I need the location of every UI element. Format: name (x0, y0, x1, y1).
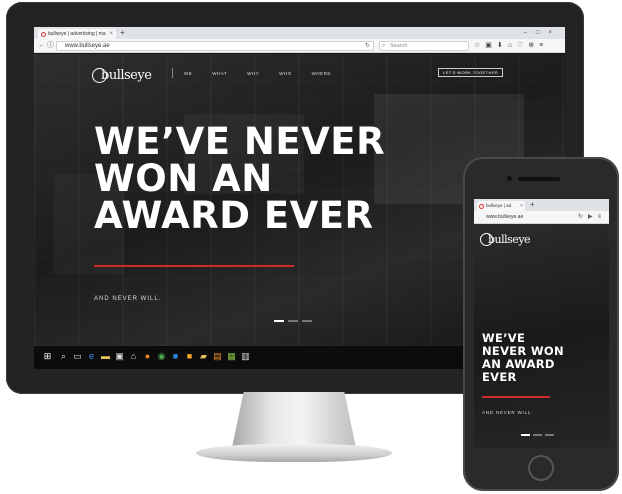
mobile-accent-divider (482, 396, 550, 398)
firefox-icon[interactable]: ● (142, 351, 153, 362)
nav-item-who[interactable]: WHO (279, 71, 292, 76)
slider-dot[interactable] (545, 434, 554, 436)
browser-tab[interactable]: bullseye | advertising | ma × (38, 29, 116, 39)
tab-close-icon[interactable]: × (520, 201, 523, 211)
url-text: www.bullseye.ae (65, 43, 110, 49)
mobile-hero-subline: AND NEVER WILL. (482, 410, 534, 415)
mobile-hero-line: EVER (482, 370, 517, 384)
logo-text: bullseye (101, 67, 152, 83)
mobile-hero-heading: WE’VE NEVER WON AN AWARD EVER (482, 332, 564, 384)
hero-line: WE’VE NEVER (94, 120, 386, 163)
site-nav: WE WHAT WHY WHO WHERE (172, 68, 331, 78)
mobile-nav-icons[interactable]: ↻▶≡ (578, 213, 606, 222)
mobile-slider-dots (521, 434, 554, 436)
illustrator-icon[interactable]: ■ (184, 351, 195, 362)
nav-item-where[interactable]: WHERE (312, 71, 331, 76)
browser-nav-bar: ← ⓘ www.bullseye.ae ↻ ⌕ Search ☆▣⬇⌂♡⊕≡ (34, 39, 565, 53)
favicon-icon (41, 32, 46, 37)
mobile-website-page: bullseye WE’VE NEVER WON AN AWARD EVER A… (474, 224, 609, 448)
nav-item-we[interactable]: WE (184, 71, 192, 76)
favicon-icon (479, 204, 484, 209)
mobile-browser-tab[interactable]: bullseye | ad × (477, 201, 525, 211)
slider-dot[interactable] (288, 320, 298, 322)
task-view-icon[interactable]: ▭ (72, 351, 83, 362)
search-icon[interactable]: ⌕ (58, 351, 69, 362)
search-input[interactable]: ⌕ Search (379, 41, 469, 51)
mobile-address-bar[interactable]: www.bullseye.ae (484, 213, 576, 222)
new-tab-button[interactable]: + (120, 28, 125, 38)
folder-icon[interactable]: ▰ (198, 351, 209, 362)
home-icon[interactable]: ⌂ (128, 351, 139, 362)
home-button[interactable] (528, 455, 554, 481)
slider-dot[interactable] (274, 320, 284, 322)
slider-dots (274, 320, 312, 322)
hero-heading: WE’VE NEVER WON AN AWARD EVER (94, 123, 414, 234)
window-controls[interactable]: –□× (524, 27, 561, 39)
back-icon[interactable]: ← (38, 41, 45, 51)
mobile-tab-title: bullseye | ad (486, 203, 512, 208)
monitor-stand-base (196, 444, 392, 462)
search-placeholder: Search (390, 43, 408, 49)
address-bar[interactable]: www.bullseye.ae ↻ (56, 41, 374, 51)
sublime-icon[interactable]: ▤ (212, 351, 223, 362)
nav-item-what[interactable]: WHAT (212, 71, 227, 76)
device-mockup: bullseye | advertising | ma × + –□× ← ⓘ … (0, 0, 622, 494)
hero-subline: AND NEVER WILL. (94, 296, 162, 302)
photoshop-icon[interactable]: ■ (170, 351, 181, 362)
browser-tab-bar: bullseye | advertising | ma × + –□× (34, 27, 565, 39)
windows-icon[interactable]: ⊞ (42, 351, 53, 362)
speaker-grille (518, 177, 560, 181)
file-explorer-icon[interactable]: ▬ (100, 351, 111, 362)
slider-dot[interactable] (302, 320, 312, 322)
hero-line: WON AN (94, 157, 273, 200)
front-camera-icon (507, 176, 512, 181)
search-icon: ⌕ (382, 43, 386, 49)
mobile-site-logo[interactable]: bullseye (480, 233, 531, 246)
mobile-phone: bullseye | ad × + www.bullseye.ae ↻▶≡ bu… (463, 157, 619, 491)
slider-dot[interactable] (521, 434, 530, 436)
new-tab-button[interactable]: + (530, 200, 535, 210)
calculator-icon[interactable]: ▥ (240, 351, 251, 362)
hero-line: AWARD EVER (94, 194, 374, 237)
store-icon[interactable]: ▣ (114, 351, 125, 362)
nav-divider (172, 68, 173, 78)
monitor-stand-neck (232, 392, 356, 446)
chrome-icon[interactable]: ◉ (156, 351, 167, 362)
nav-item-why[interactable]: WHY (247, 71, 259, 76)
reload-icon[interactable]: ↻ (365, 42, 370, 51)
app-icon[interactable]: ▦ (226, 351, 237, 362)
slider-dot[interactable] (533, 434, 542, 436)
site-logo[interactable]: bullseye (92, 66, 152, 84)
toolbar-icons[interactable]: ☆▣⬇⌂♡⊕≡ (474, 41, 548, 51)
mobile-logo-text: bullseye (488, 233, 531, 246)
mobile-tab-bar: bullseye | ad × + (474, 199, 609, 211)
edge-icon[interactable]: e (86, 351, 97, 362)
mobile-nav-bar: www.bullseye.ae ↻▶≡ (474, 211, 609, 224)
accent-divider (94, 265, 294, 267)
mobile-screen: bullseye | ad × + www.bullseye.ae ↻▶≡ bu… (474, 199, 609, 448)
info-icon[interactable]: ⓘ (47, 41, 54, 51)
cta-button[interactable]: LET'S WORK TOGETHER (438, 68, 504, 77)
tab-close-icon[interactable]: × (109, 29, 113, 39)
tab-title: bullseye | advertising | ma (48, 31, 106, 37)
